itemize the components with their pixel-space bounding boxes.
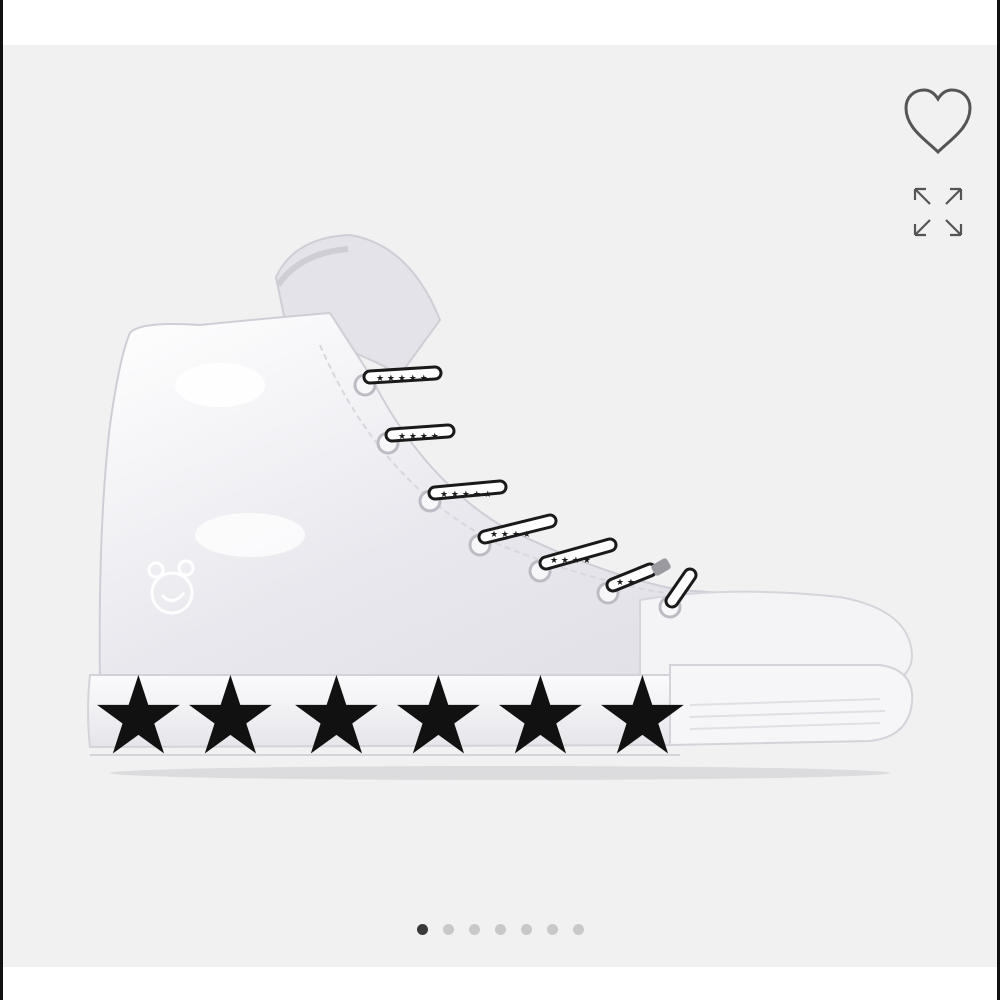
carousel-dot[interactable] [495, 924, 506, 935]
carousel-dot[interactable] [521, 924, 532, 935]
svg-text:★: ★ [288, 654, 385, 779]
svg-text:★: ★ [594, 654, 691, 779]
product-page: ★ ★ ★ ★ ★ ★ ★ ★ ★ ★ ★ ★ ★ ★ ★ ★ ★ ★ ★ ★ … [0, 0, 1000, 1000]
svg-text:★: ★ [492, 654, 589, 779]
carousel-dot[interactable] [547, 924, 558, 935]
svg-text:★ ★ ★ ★ ★: ★ ★ ★ ★ ★ [376, 374, 428, 384]
svg-text:★: ★ [182, 654, 279, 779]
favorite-button[interactable] [900, 86, 976, 158]
carousel-dot[interactable] [417, 924, 428, 935]
carousel-dot[interactable] [469, 924, 480, 935]
svg-text:★ ★ ★ ★: ★ ★ ★ ★ [550, 556, 591, 566]
svg-text:★ ★ ★ ★: ★ ★ ★ ★ [490, 530, 531, 540]
svg-text:★: ★ [90, 654, 187, 779]
svg-text:★: ★ [390, 654, 487, 779]
product-image: ★ ★ ★ ★ ★ ★ ★ ★ ★ ★ ★ ★ ★ ★ ★ ★ ★ ★ ★ ★ … [87, 233, 914, 780]
heart-outline-icon [904, 88, 972, 155]
expand-arrows-icon [913, 187, 963, 237]
carousel-dot[interactable] [573, 924, 584, 935]
carousel-pagination [0, 924, 1000, 938]
svg-text:★ ★: ★ ★ [616, 578, 635, 588]
expand-image-button[interactable] [910, 184, 966, 240]
carousel-dot[interactable] [443, 924, 454, 935]
svg-text:★ ★ ★ ★: ★ ★ ★ ★ [398, 432, 439, 442]
svg-text:★ ★ ★ ★ ★: ★ ★ ★ ★ ★ [440, 490, 492, 500]
